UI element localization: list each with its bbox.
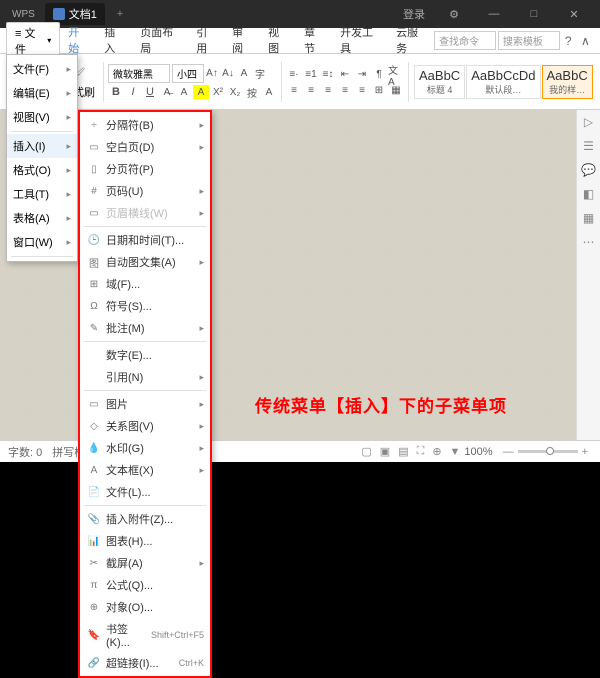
super-icon[interactable]: X² (210, 85, 226, 99)
style-box-1[interactable]: AaBbCcDd默认段… (466, 65, 540, 99)
sub-icon[interactable]: X₂ (227, 85, 243, 99)
style-box-0[interactable]: AaBbC标题 4 (414, 65, 465, 99)
underline-icon[interactable]: U (142, 85, 158, 99)
bullet-icon[interactable]: ≡· (286, 68, 302, 82)
view-page-icon[interactable]: ▢ (357, 445, 375, 458)
insert-submenu-item[interactable]: ◇关系图(V) (80, 415, 210, 437)
align-left-icon[interactable]: ≡ (286, 84, 302, 98)
insert-submenu-item[interactable]: π公式(Q)... (80, 574, 210, 596)
char-style-icon[interactable]: 字 (252, 67, 268, 81)
file-menu-item-3[interactable]: 插入(I) (7, 134, 77, 158)
insert-submenu-item[interactable]: Ω符号(S)... (80, 295, 210, 317)
word-count: 字数: 0 (8, 444, 42, 460)
strike-icon[interactable]: A̶ (159, 85, 175, 99)
help-icon[interactable]: ? (560, 34, 577, 48)
search-template[interactable]: 搜索模板 (498, 31, 560, 50)
file-menu-item-5[interactable]: 工具(T) (7, 182, 77, 206)
search-command[interactable]: 查找命令 (434, 31, 496, 50)
align-justify-icon[interactable]: ≡ (337, 84, 353, 98)
italic-icon[interactable]: I (125, 85, 141, 99)
comment-icon[interactable]: 💬 (581, 162, 597, 178)
file-menu-item-1[interactable]: 编辑(E) (7, 81, 77, 105)
doc-icon (53, 8, 65, 20)
file-menu-item-6[interactable]: 表格(A) (7, 206, 77, 230)
bold-icon[interactable]: B (108, 85, 124, 99)
ruler-icon[interactable]: ▦ (581, 210, 597, 226)
highlight-icon[interactable]: A (193, 85, 209, 99)
zoom-fit-icon[interactable]: ▼ (446, 446, 465, 458)
phonetic-icon[interactable]: 按 (244, 85, 260, 99)
color-icon[interactable]: A (176, 85, 192, 99)
select-tool-icon[interactable]: ▷ (581, 114, 597, 130)
annotation-text: 传统菜单【插入】下的子菜单项 (255, 392, 507, 417)
nav-icon[interactable]: ☰ (581, 138, 597, 154)
wps-brand: WPS (6, 9, 41, 20)
border-icon[interactable]: ⊞ (371, 84, 387, 98)
insert-submenu-item[interactable]: 📎插入附件(Z)... (80, 508, 210, 530)
showmark-icon[interactable]: ¶ (371, 68, 387, 82)
insert-submenu-item[interactable]: ÷分隔符(B) (80, 114, 210, 136)
style-box-2[interactable]: AaBbC我的样… (542, 65, 593, 99)
view-read-icon[interactable]: ⊕ (428, 445, 445, 458)
align-right-icon[interactable]: ≡ (320, 84, 336, 98)
insert-submenu-item[interactable]: ✎批注(M) (80, 317, 210, 339)
insert-submenu-item[interactable]: 📄文件(L)... (80, 481, 210, 503)
convert-icon[interactable]: 文A (388, 68, 404, 82)
view-fullscreen-icon[interactable]: ⛶ (413, 445, 429, 458)
insert-submenu-item[interactable]: #页码(U) (80, 180, 210, 202)
grow-font-icon[interactable]: A↑ (204, 67, 220, 81)
align-dist-icon[interactable]: ≡ (354, 84, 370, 98)
font-name-select[interactable]: 微软雅黑 (108, 64, 170, 83)
insert-submenu-item[interactable]: 📊图表(H)... (80, 530, 210, 552)
insert-submenu-item[interactable]: ✂截屏(A) (80, 552, 210, 574)
insert-submenu-item[interactable]: ▭空白页(D) (80, 136, 210, 158)
insert-submenu-item[interactable]: 引用(N) (80, 366, 210, 388)
layer-icon[interactable]: ◧ (581, 186, 597, 202)
minimize-button[interactable]: — (474, 0, 514, 28)
align-center-icon[interactable]: ≡ (303, 84, 319, 98)
view-web-icon[interactable]: ▤ (394, 445, 412, 458)
shading-icon[interactable]: ▦ (388, 84, 404, 98)
indent-inc-icon[interactable]: ⇥ (354, 68, 370, 82)
insert-submenu-item[interactable]: ▯分页符(P) (80, 158, 210, 180)
insert-submenu-item[interactable]: ⊞域(F)... (80, 273, 210, 295)
insert-submenu-item[interactable]: ⊕对象(O)... (80, 596, 210, 618)
file-menu-item-7[interactable]: 窗口(W) (7, 230, 77, 254)
indent-dec-icon[interactable]: ⇤ (337, 68, 353, 82)
zoom-out-icon[interactable]: — (499, 446, 518, 458)
font-more-icon[interactable]: A (261, 85, 277, 99)
menu-expand-icon[interactable]: ∧ (577, 34, 594, 48)
insert-submenu-item[interactable]: 🕒日期和时间(T)... (80, 229, 210, 251)
zoom-in-icon[interactable]: + (578, 446, 592, 458)
insert-submenu-item[interactable]: 💧水印(G) (80, 437, 210, 459)
clear-format-icon[interactable]: A (236, 67, 252, 81)
lineheight-icon[interactable]: ≡↕ (320, 68, 336, 82)
file-menu-item-0[interactable]: 文件(F) (7, 57, 77, 81)
more-icon[interactable]: ⋯ (581, 234, 597, 250)
insert-submenu-item[interactable]: A文本框(X) (80, 459, 210, 481)
settings-icon[interactable]: ⚙ (434, 0, 474, 28)
zoom-value[interactable]: 100% (464, 446, 492, 458)
insert-submenu-item[interactable]: ▭图片 (80, 393, 210, 415)
file-menu-item-2[interactable]: 视图(V) (7, 105, 77, 129)
insert-submenu-item[interactable]: 数字(E)... (80, 344, 210, 366)
insert-submenu-item[interactable]: 图自动图文集(A) (80, 251, 210, 273)
number-icon[interactable]: ≡1 (303, 68, 319, 82)
close-button[interactable]: ✕ (554, 0, 594, 28)
insert-submenu-item[interactable]: 🔖书签(K)...Shift+Ctrl+F5 (80, 618, 210, 652)
insert-submenu-item: ▭页眉横线(W) (80, 202, 210, 224)
font-size-select[interactable]: 小四 (172, 64, 204, 83)
shrink-font-icon[interactable]: A↓ (220, 67, 236, 81)
file-menu-item-4[interactable]: 格式(O) (7, 158, 77, 182)
insert-submenu-item[interactable]: 🔗超链接(I)...Ctrl+K (80, 652, 210, 674)
view-outline-icon[interactable]: ▣ (376, 445, 394, 458)
maximize-button[interactable]: □ (514, 0, 554, 28)
